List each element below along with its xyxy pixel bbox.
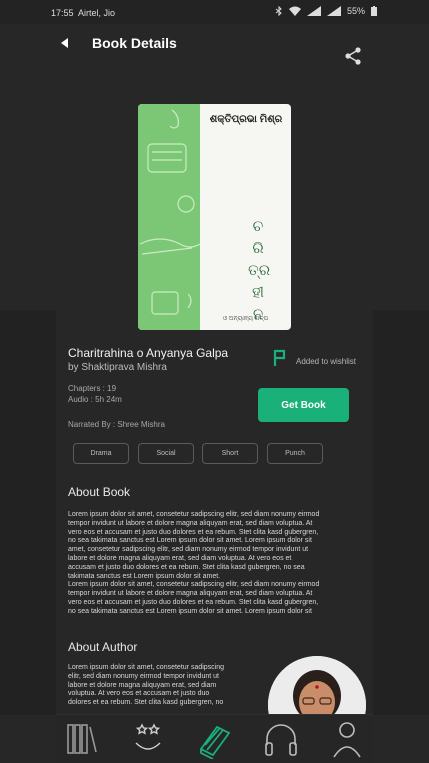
cover-illustration	[138, 104, 201, 330]
about-book-line: tempor invidunt ut labore et dolore magn…	[68, 519, 313, 527]
about-book-line: accusam et justo duo dolores et ea rebum…	[68, 563, 305, 571]
headphones-icon[interactable]	[261, 719, 301, 759]
battery-percent: 55%	[346, 6, 365, 16]
about-book-line: takimata sanctus est Lorem ipsum dolor s…	[68, 572, 221, 580]
cover-title-char: ତ୍ର	[248, 262, 271, 279]
get-book-button[interactable]: Get Book	[258, 388, 349, 422]
audio-duration: Audio : 5h 24m	[68, 395, 122, 404]
back-arrow-icon[interactable]	[58, 36, 72, 50]
app-bar: Book Details	[0, 24, 429, 64]
book-author: by Shaktiprava Mishra	[68, 362, 167, 373]
page-title: Book Details	[92, 35, 177, 51]
tag-drama[interactable]: Drama	[73, 443, 129, 464]
cover-bottom-text: ଓ ଅନ୍ୟାନ୍ୟ ଗଳ୍ପ	[222, 316, 269, 322]
share-icon[interactable]	[343, 46, 363, 66]
about-book-line: no sea takimata sanctus est Lorem ipsum …	[68, 537, 312, 545]
about-author-heading: About Author	[68, 640, 138, 654]
cover-author-text: ଶକ୍ତିପ୍ରଭା ମିଶ୍ର	[209, 114, 283, 125]
stars-smile-icon[interactable]	[128, 719, 168, 759]
status-right: 55%	[275, 6, 377, 16]
cover-title-char: ହୀ	[251, 284, 264, 301]
about-author-text: Lorem ipsum dolor sit amet, consetetur s…	[68, 664, 224, 708]
about-book-text: Lorem ipsum dolor sit amet, consetetur s…	[68, 511, 319, 617]
status-left: 17:55 Airtel, Jio	[51, 8, 115, 18]
about-author-line: elitr, sed diam nonumy eirmod tempor inv…	[68, 672, 219, 680]
wifi-icon	[288, 6, 301, 16]
battery-icon	[371, 6, 377, 16]
book-cover[interactable]: ଶକ୍ତିପ୍ରଭା ମିଶ୍ର ଚ ରି ତ୍ର ହୀ ନ ଓ ଅନ୍ୟାନ୍…	[138, 104, 291, 330]
signal-icon-2	[326, 6, 341, 16]
about-book-line: vero eos et accusam et justo duo dolores…	[68, 528, 319, 536]
chapters-count: Chapters : 19	[68, 384, 117, 393]
cover-title-chars: ଚ ରି ତ୍ର ହୀ ନ	[248, 216, 271, 326]
signal-icon	[306, 6, 321, 16]
about-book-line: tempor invidunt ut labore et dolore magn…	[68, 590, 313, 598]
left-panel-shade	[0, 310, 56, 715]
about-book-line: labore et dolore magna aliquyam erat, se…	[68, 554, 292, 562]
status-carrier: Airtel, Jio	[78, 8, 116, 18]
about-book-heading: About Book	[68, 485, 131, 499]
about-book-line: amet, consetetur sadipscing elitr, sed d…	[68, 546, 309, 554]
right-panel-shade	[373, 310, 429, 715]
book-title: Charitrahina o Anyanya Galpa	[68, 346, 229, 360]
about-book-line: Lorem ipsum dolor sit amet, consetetur s…	[68, 581, 320, 589]
library-books-icon[interactable]	[62, 719, 102, 759]
cover-doodles	[139, 109, 201, 315]
cover-title-char: ରି	[252, 240, 264, 257]
wishlist-label: Added to wishlist	[296, 357, 357, 366]
about-author-line: dolores et ea rebum. Stet clita kasd gub…	[68, 699, 224, 707]
narrated-by: Narrated By : Shree Mishra	[68, 420, 165, 429]
tag-short[interactable]: Short	[202, 443, 258, 464]
status-time: 17:55	[51, 8, 74, 18]
bottom-navigation	[56, 714, 373, 763]
cover-title-char: ଚ	[252, 218, 264, 235]
wishlist-flag-icon[interactable]	[273, 349, 287, 367]
tag-punch[interactable]: Punch	[267, 443, 323, 464]
about-author-line: labore et dolore magna aliquyam erat, se…	[68, 681, 217, 689]
about-book-line: vero eos et accusam et justo duo dolores…	[68, 598, 319, 606]
about-book-line: Lorem ipsum dolor sit amet, consetetur s…	[68, 511, 320, 518]
bluetooth-icon	[275, 6, 282, 16]
about-author-line: voluptua. At vero eos et accusam et just…	[68, 690, 210, 698]
about-book-line: no sea takimata sanctus est Lorem ipsum …	[68, 607, 312, 615]
book-stack-icon[interactable]	[195, 719, 235, 759]
status-bar: 17:55 Airtel, Jio 55%	[0, 0, 429, 24]
about-author-line: Lorem ipsum dolor sit amet, consetetur s…	[68, 664, 225, 671]
profile-icon[interactable]	[327, 719, 367, 759]
tag-social[interactable]: Social	[138, 443, 194, 464]
